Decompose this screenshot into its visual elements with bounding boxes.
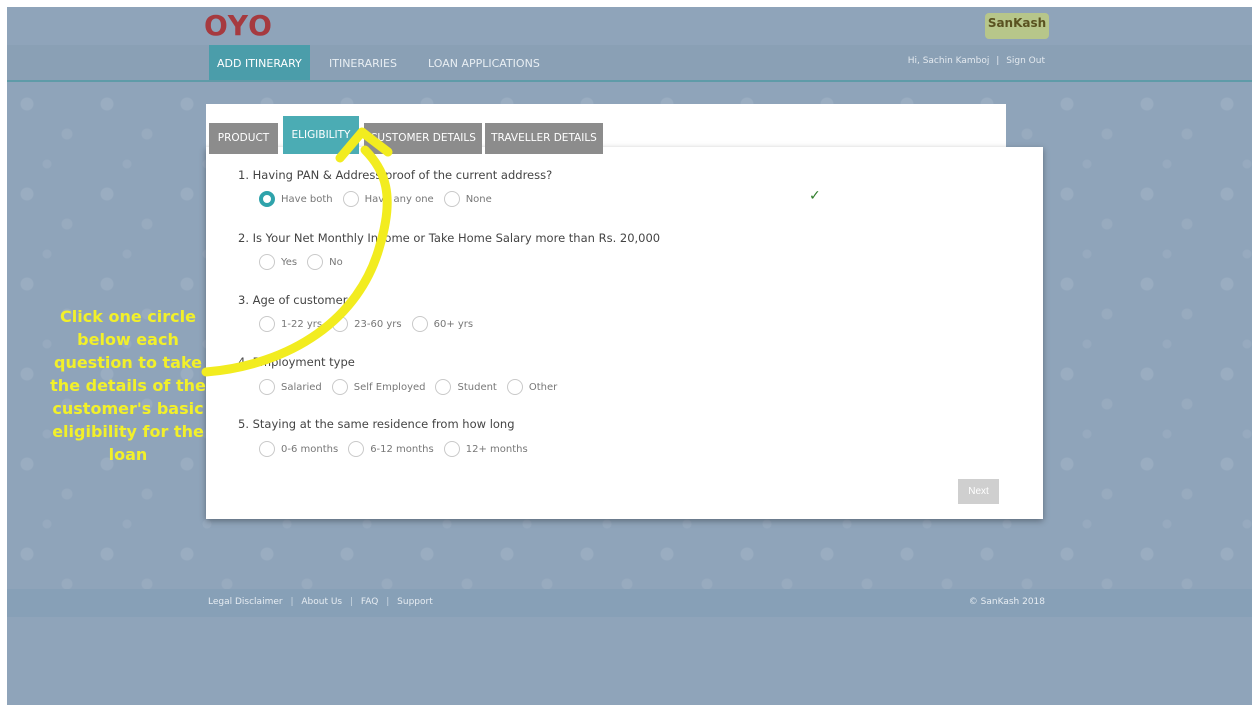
option-no[interactable]: No [307, 254, 343, 270]
question-2: 2. Is Your Net Monthly Income or Take Ho… [238, 231, 661, 245]
option-label: Student [457, 381, 497, 393]
option-label: Other [528, 381, 558, 393]
radio-selected-icon[interactable] [259, 191, 275, 207]
option-self-employed[interactable]: Self Employed [331, 379, 426, 395]
option-other[interactable]: Other [506, 379, 558, 395]
option-label: Self Employed [353, 381, 426, 393]
radio-icon[interactable] [331, 379, 348, 395]
option-label: Yes [281, 256, 298, 268]
option-label: 1-22 yrs [281, 318, 323, 330]
option-label: 6-12 months [370, 443, 434, 455]
main-nav: ADD ITINERARY ITINERARIES LOAN APPLICATI… [7, 45, 1252, 82]
option-label: 23-60 yrs [354, 318, 402, 330]
user-greeting[interactable]: Hi, Sachin Kamboj [908, 56, 990, 66]
radio-icon[interactable] [259, 379, 275, 395]
option-label: 12+ months [465, 443, 528, 455]
question-1-options: Have both Have any one None [259, 190, 502, 208]
footer-link-legal-disclaimer[interactable]: Legal Disclaimer [208, 597, 283, 607]
tab-eligibility[interactable]: ELIGIBILITY [283, 116, 359, 154]
radio-icon[interactable] [506, 379, 523, 395]
question-5: 5. Staying at the same residence from ho… [238, 417, 515, 431]
option-have-any-one[interactable]: Have any one [342, 191, 434, 207]
option-label: No [329, 256, 343, 268]
option-label: Salaried [281, 381, 322, 393]
tab-product[interactable]: PRODUCT [209, 123, 278, 154]
nav-tab-itineraries[interactable]: ITINERARIES [329, 45, 397, 80]
footer-separator: | [350, 597, 354, 607]
footer-link-support[interactable]: Support [397, 597, 433, 607]
question-3: 3. Age of customer [238, 293, 348, 307]
option-label: 60+ yrs [433, 318, 474, 330]
option-yes[interactable]: Yes [259, 254, 297, 270]
option-23-60-yrs[interactable]: 23-60 yrs [332, 316, 402, 332]
radio-icon[interactable] [307, 254, 324, 270]
user-menu: Hi, Sachin Kamboj | Sign Out [908, 45, 1045, 80]
sankash-logo[interactable]: SanKash [985, 13, 1049, 39]
option-student[interactable]: Student [435, 379, 497, 395]
option-label: 0-6 months [281, 443, 339, 455]
tab-traveller-details[interactable]: TRAVELLER DETAILS [485, 123, 603, 154]
tab-customer-details[interactable]: CUSTOMER DETAILS [364, 123, 482, 154]
option-salaried[interactable]: Salaried [259, 379, 322, 395]
option-label: None [465, 193, 492, 205]
radio-icon[interactable] [443, 191, 460, 207]
nav-tab-loan-applications[interactable]: LOAN APPLICATIONS [428, 45, 540, 80]
option-60-plus-yrs[interactable]: 60+ yrs [411, 316, 474, 332]
radio-icon[interactable] [348, 441, 365, 457]
question-4-options: Salaried Self Employed Student Other [259, 378, 567, 396]
footer-link-about-us[interactable]: About Us [301, 597, 342, 607]
question-3-options: 1-22 yrs 23-60 yrs 60+ yrs [259, 315, 483, 333]
footer-separator: | [386, 597, 390, 607]
radio-icon[interactable] [443, 441, 460, 457]
question-2-options: Yes No [259, 253, 353, 271]
option-6-12-months[interactable]: 6-12 months [348, 441, 434, 457]
radio-icon[interactable] [259, 441, 275, 457]
option-12-plus-months[interactable]: 12+ months [443, 441, 528, 457]
radio-icon[interactable] [435, 379, 452, 395]
radio-icon[interactable] [332, 316, 349, 332]
radio-icon[interactable] [411, 316, 428, 332]
question-4: 4. Employment type [238, 355, 355, 369]
option-have-both[interactable]: Have both [259, 191, 333, 207]
radio-icon[interactable] [259, 316, 275, 332]
top-bar: OYO SanKash [7, 7, 1252, 45]
option-0-6-months[interactable]: 0-6 months [259, 441, 338, 457]
sankash-logo-text: SanKash [987, 16, 1047, 30]
next-button[interactable]: Next [958, 479, 999, 504]
footer: Legal Disclaimer | About Us | FAQ | Supp… [7, 589, 1252, 617]
option-label: Have any one [364, 193, 434, 205]
tutorial-annotation: Click one circle below each question to … [50, 307, 206, 464]
option-none[interactable]: None [443, 191, 492, 207]
sign-out-link[interactable]: Sign Out [1006, 56, 1045, 66]
footer-link-faq[interactable]: FAQ [361, 597, 378, 607]
nav-separator: | [996, 56, 1000, 66]
question-1: 1. Having PAN & Address proof of the cur… [238, 168, 553, 182]
check-icon: ✓ [809, 188, 821, 204]
nav-tab-add-itinerary[interactable]: ADD ITINERARY [209, 45, 310, 80]
app-viewport: OYO SanKash ADD ITINERARY ITINERARIES LO… [7, 7, 1252, 705]
question-5-options: 0-6 months 6-12 months 12+ months [259, 440, 538, 458]
option-1-22-yrs[interactable]: 1-22 yrs [259, 316, 322, 332]
radio-icon[interactable] [259, 254, 275, 270]
footer-links: Legal Disclaimer | About Us | FAQ | Supp… [208, 589, 433, 615]
copyright-text: © SanKash 2018 [968, 597, 1045, 607]
footer-separator: | [290, 597, 294, 607]
option-label: Have both [281, 193, 333, 205]
radio-icon[interactable] [342, 191, 359, 207]
oyo-logo[interactable]: OYO [204, 9, 273, 42]
